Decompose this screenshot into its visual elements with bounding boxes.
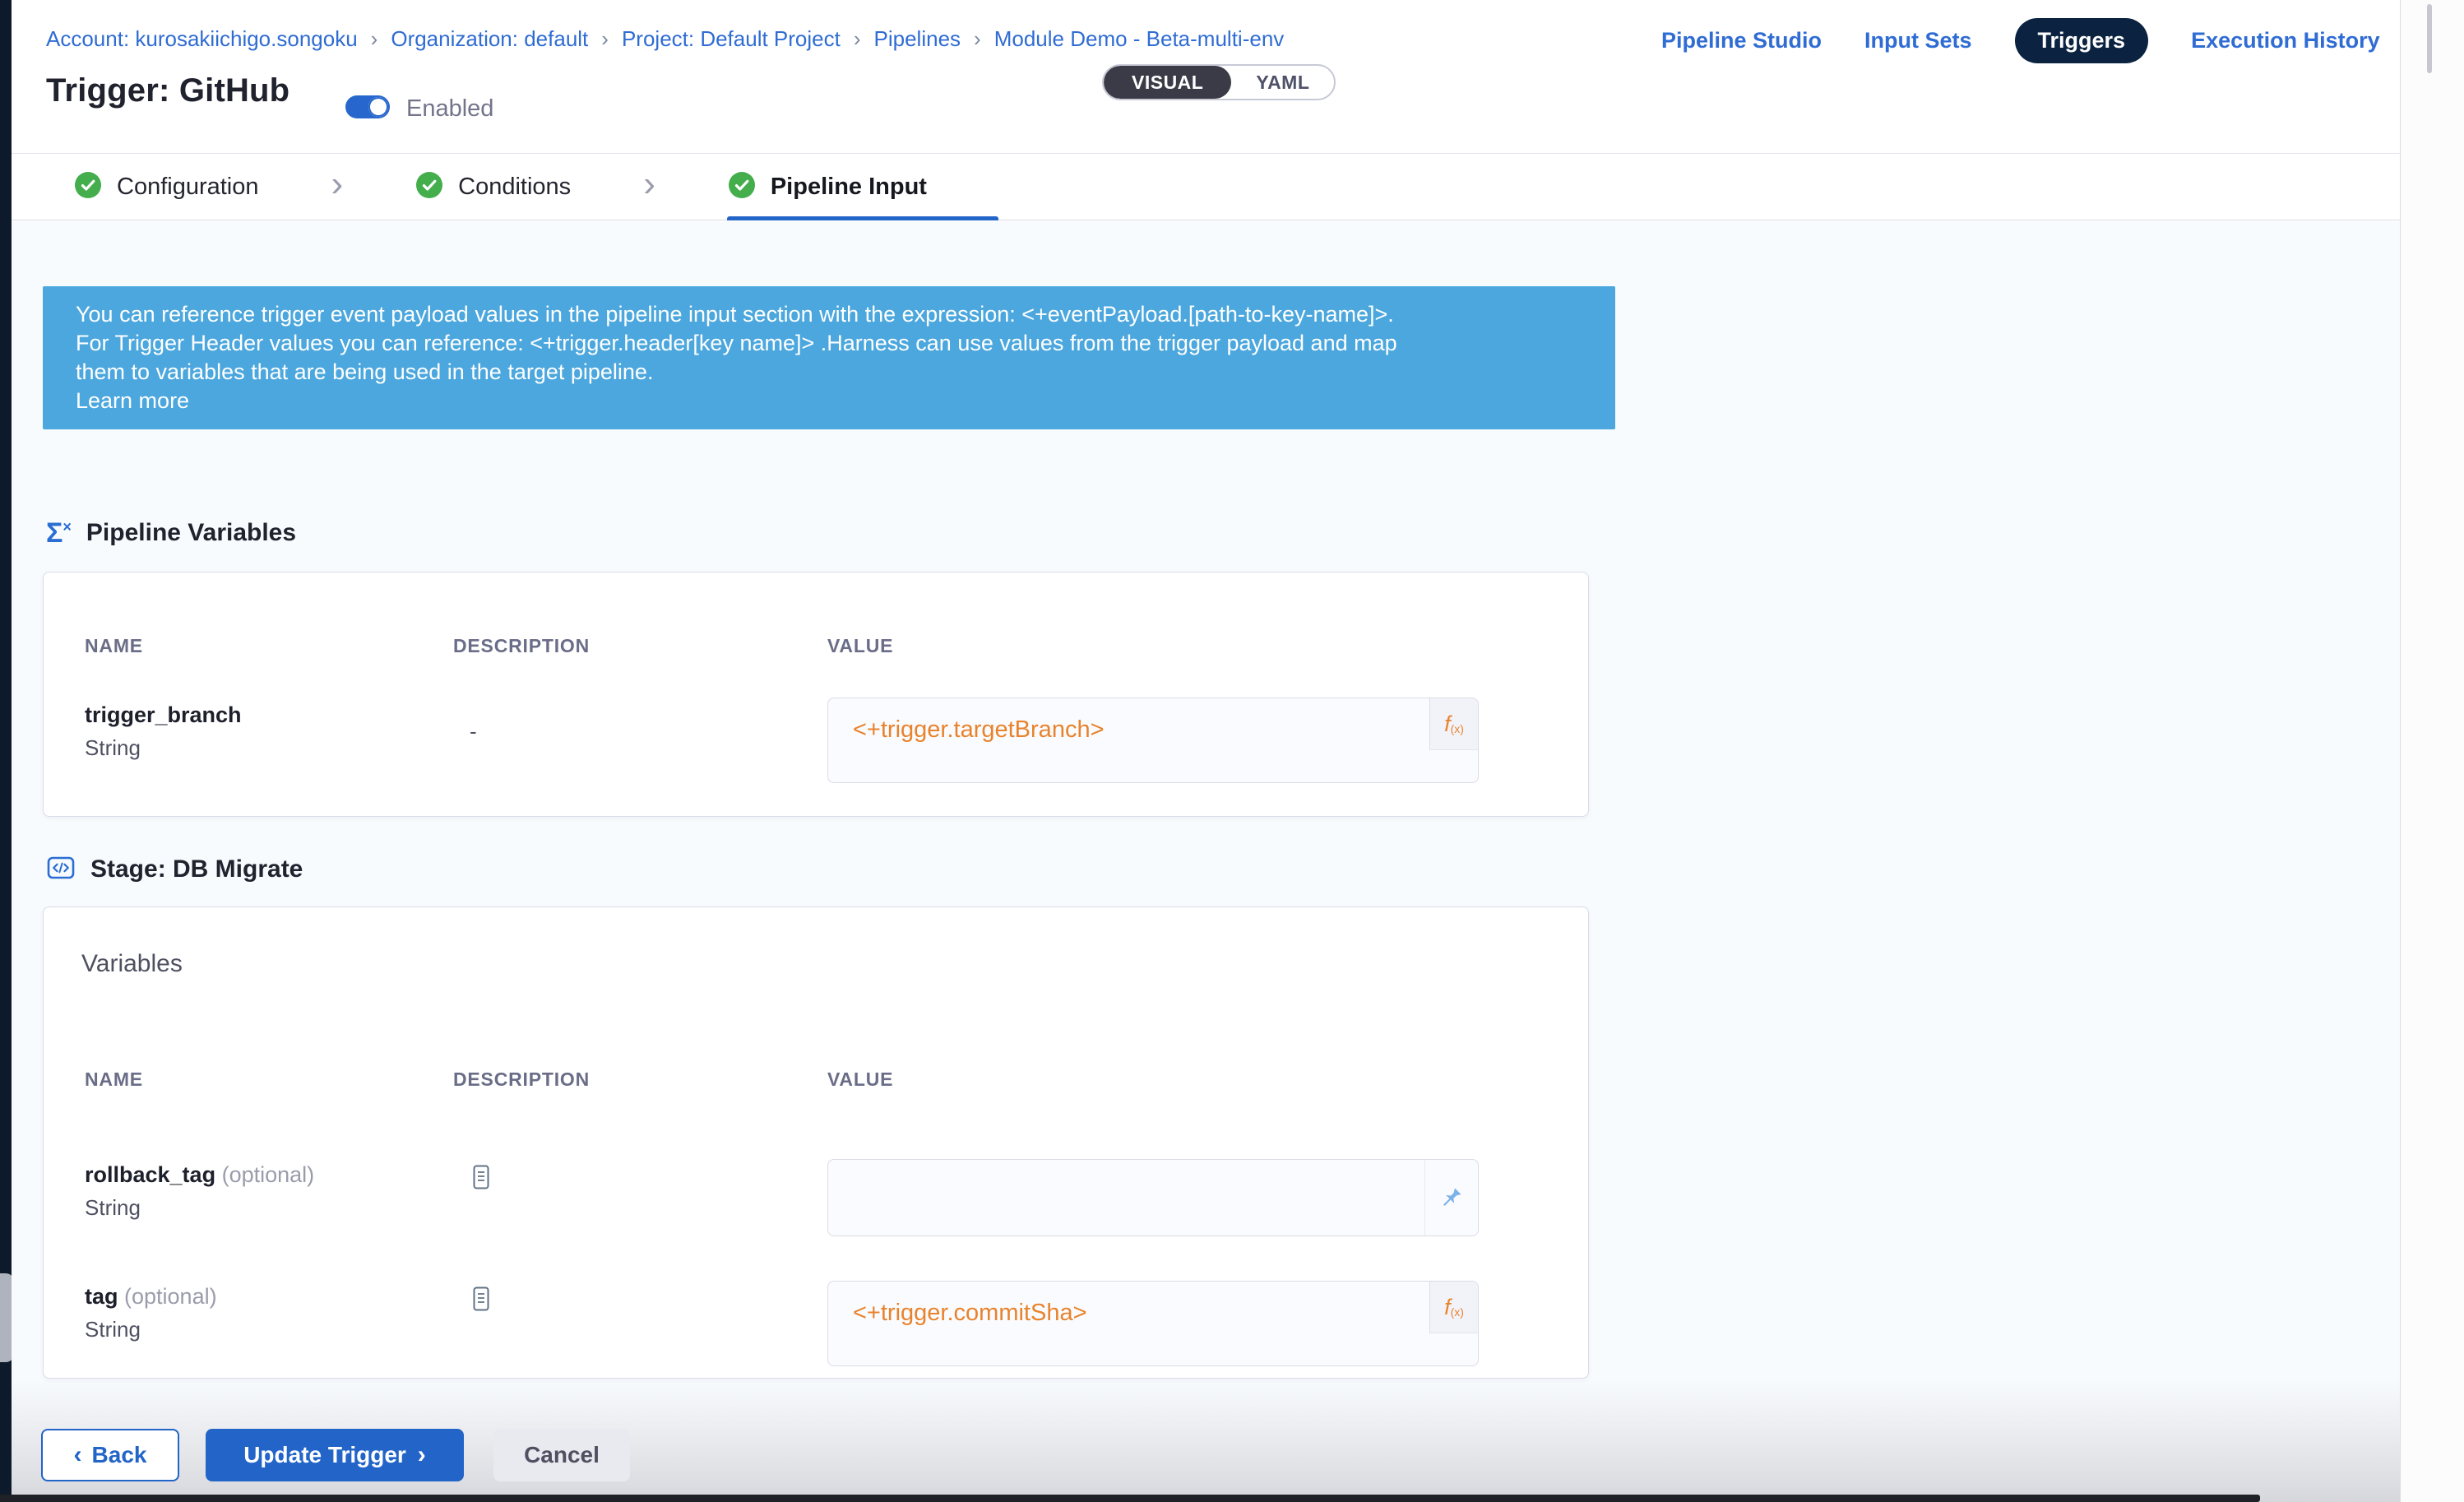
cancel-button[interactable]: Cancel xyxy=(493,1429,630,1481)
tab-configuration[interactable]: Configuration xyxy=(74,171,259,203)
chevron-right-icon: › xyxy=(418,1443,426,1467)
variable-name: tag (optional) xyxy=(85,1284,217,1310)
variable-description: - xyxy=(470,719,477,744)
variable-name: rollback_tag (optional) xyxy=(85,1162,314,1188)
breadcrumb: Account: kurosakiichigo.songoku › Organi… xyxy=(46,26,1284,52)
nav-triggers-active[interactable]: Triggers xyxy=(2015,18,2149,63)
pipeline-input-panel: You can reference trigger event payload … xyxy=(12,221,2400,1502)
breadcrumb-organization[interactable]: Organization: default xyxy=(391,26,588,52)
wizard-tab-bar: Configuration › Conditions › Pipeline In… xyxy=(12,153,2400,220)
variable-type: String xyxy=(85,1195,141,1221)
breadcrumb-separator-icon: › xyxy=(854,26,861,52)
back-button[interactable]: ‹ Back xyxy=(41,1429,179,1481)
tab-conditions-label: Conditions xyxy=(458,174,571,201)
pipeline-variables-section-header: Σ× Pipeline Variables xyxy=(46,515,296,551)
stage-title: Stage: DB Migrate xyxy=(90,855,303,883)
nav-execution-history[interactable]: Execution History xyxy=(2191,28,2380,53)
breadcrumb-separator-icon: › xyxy=(974,26,981,52)
nav-pipeline-studio[interactable]: Pipeline Studio xyxy=(1661,28,1822,53)
chevron-left-icon: ‹ xyxy=(74,1443,82,1467)
expression-fx-button[interactable]: f(x) xyxy=(1429,698,1478,750)
pipeline-top-nav: Pipeline Studio Input Sets Triggers Exec… xyxy=(1661,18,2380,63)
check-circle-icon xyxy=(728,171,756,203)
trigger-payload-info-banner: You can reference trigger event payload … xyxy=(43,286,1615,429)
breadcrumb-separator-icon: › xyxy=(371,26,378,52)
visual-mode-button[interactable]: VISUAL xyxy=(1104,66,1231,99)
variable-type: String xyxy=(85,735,141,761)
banner-line: them to variables that are being used in… xyxy=(76,358,1582,387)
visual-yaml-toggle: VISUAL YAML xyxy=(1102,64,1336,100)
active-tab-underline xyxy=(727,216,998,220)
main-pane: Account: kurosakiichigo.songoku › Organi… xyxy=(12,0,2400,1502)
yaml-mode-button[interactable]: YAML xyxy=(1231,66,1334,99)
stage-icon xyxy=(46,854,76,886)
breadcrumb-pipelines[interactable]: Pipelines xyxy=(874,26,961,52)
rollback-tag-value-input[interactable] xyxy=(827,1159,1479,1236)
pipeline-variables-icon: Σ× xyxy=(46,519,72,547)
enabled-toggle[interactable] xyxy=(345,95,390,118)
toggle-knob-icon xyxy=(368,97,388,117)
column-header-name: NAME xyxy=(85,1069,143,1091)
expression-value: <+trigger.commitSha> xyxy=(853,1300,1087,1327)
enabled-label: Enabled xyxy=(406,95,493,123)
pipeline-variables-card: NAME DESCRIPTION VALUE trigger_branch St… xyxy=(43,572,1589,817)
variables-card-title: Variables xyxy=(81,950,183,978)
column-header-description: DESCRIPTION xyxy=(453,635,590,657)
chevron-right-icon: › xyxy=(643,166,655,202)
stage-section-header: Stage: DB Migrate xyxy=(46,851,303,888)
stage-variables-card: Variables NAME DESCRIPTION VALUE rollbac… xyxy=(43,906,1589,1379)
bottom-dock-edge xyxy=(0,1495,2260,1502)
tab-configuration-label: Configuration xyxy=(117,174,259,201)
update-trigger-button[interactable]: Update Trigger › xyxy=(206,1429,464,1481)
variable-name: trigger_branch xyxy=(85,702,242,728)
learn-more-link[interactable]: Learn more xyxy=(76,387,1582,415)
banner-line: You can reference trigger event payload … xyxy=(76,300,1582,329)
column-header-value: VALUE xyxy=(827,1069,893,1091)
column-header-description: DESCRIPTION xyxy=(453,1069,590,1091)
tab-conditions[interactable]: Conditions xyxy=(415,171,571,203)
tag-value-input[interactable]: <+trigger.commitSha> f(x) xyxy=(827,1281,1479,1366)
page-title: Trigger: GitHub xyxy=(46,72,289,109)
breadcrumb-separator-icon: › xyxy=(601,26,609,52)
description-tooltip-icon xyxy=(471,1286,491,1316)
check-circle-icon xyxy=(415,171,443,203)
check-circle-icon xyxy=(74,171,102,203)
breadcrumb-account[interactable]: Account: kurosakiichigo.songoku xyxy=(46,26,358,52)
scrollbar-thumb[interactable] xyxy=(2427,4,2432,73)
banner-line: For Trigger Header values you can refere… xyxy=(76,329,1582,358)
pipeline-variables-title: Pipeline Variables xyxy=(86,519,296,547)
variable-type: String xyxy=(85,1317,141,1342)
nav-input-sets[interactable]: Input Sets xyxy=(1864,28,1972,53)
page-scroll-gutter xyxy=(2400,0,2464,1502)
breadcrumb-project[interactable]: Project: Default Project xyxy=(622,26,841,52)
column-header-value: VALUE xyxy=(827,635,893,657)
pin-icon[interactable] xyxy=(1424,1160,1478,1235)
chevron-right-icon: › xyxy=(331,166,344,202)
tab-pipeline-input-label: Pipeline Input xyxy=(771,174,927,201)
footer-buttons: ‹ Back Update Trigger › Cancel xyxy=(41,1429,630,1481)
tab-pipeline-input[interactable]: Pipeline Input xyxy=(728,171,927,203)
description-tooltip-icon xyxy=(471,1164,491,1194)
trigger-branch-value-input[interactable]: <+trigger.targetBranch> f(x) xyxy=(827,698,1479,783)
collapsed-left-nav-edge xyxy=(0,0,12,1502)
expression-fx-button[interactable]: f(x) xyxy=(1429,1282,1478,1333)
column-header-name: NAME xyxy=(85,635,143,657)
breadcrumb-pipeline-name[interactable]: Module Demo - Beta-multi-env xyxy=(994,26,1285,52)
expression-value: <+trigger.targetBranch> xyxy=(853,716,1105,744)
